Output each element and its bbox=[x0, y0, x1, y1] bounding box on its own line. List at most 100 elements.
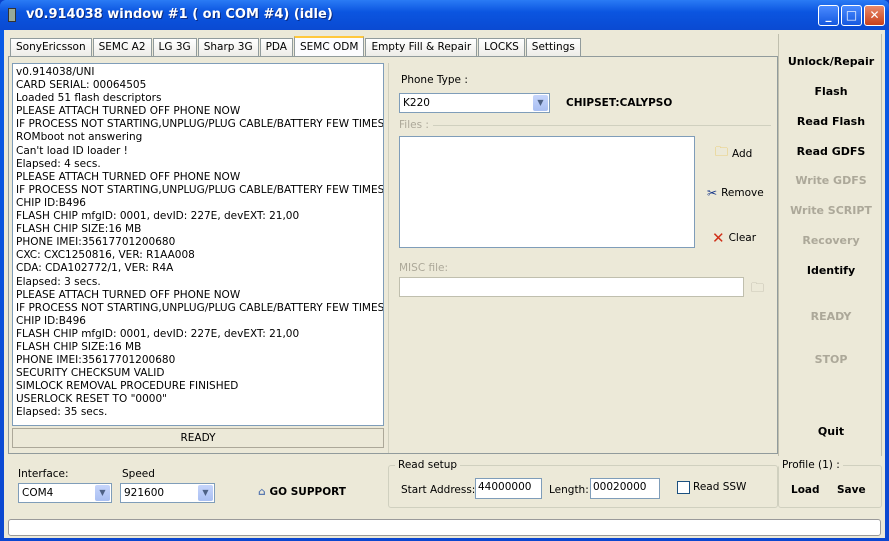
tab-empty-fill-repair[interactable]: Empty Fill & Repair bbox=[365, 38, 478, 57]
log-line: v0.914038/UNI bbox=[16, 66, 95, 78]
action-column: Unlock/Repair Flash Read Flash Read GDFS Wri… bbox=[778, 34, 882, 456]
tab-settings[interactable]: Settings bbox=[525, 38, 581, 57]
read-setup-group: Read setup Start Address: 44000000 Lengt… bbox=[388, 459, 778, 508]
read-ssw-checkbox[interactable] bbox=[677, 481, 690, 494]
clear-label: Clear bbox=[728, 232, 757, 244]
go-support-button[interactable]: ⌂ GO SUPPORT bbox=[258, 486, 346, 498]
title-bar[interactable]: v0.914038 window #1 ( on COM #4) (idle) … bbox=[0, 0, 889, 30]
add-button[interactable]: 🗀 Add bbox=[715, 143, 752, 165]
identify-button[interactable]: Identify bbox=[779, 264, 883, 277]
log-line: USERLOCK RESET TO "0000" bbox=[16, 393, 167, 406]
log-line: PHONE IMEI:35617701200680 bbox=[16, 236, 176, 249]
read-gdfs-button[interactable]: Read GDFS bbox=[779, 145, 883, 158]
tab-lg-3g[interactable]: LG 3G bbox=[152, 38, 197, 57]
length-label: Length: bbox=[549, 484, 589, 496]
log-line: IF PROCESS NOT STARTING,UNPLUG/PLUG CABL… bbox=[16, 183, 384, 196]
start-address-input[interactable]: 44000000 bbox=[475, 478, 542, 499]
tab-bar: SonyEricsson SEMC A2 LG 3G Sharp 3G PDA SEMC … bbox=[10, 36, 582, 57]
maximize-button[interactable]: □ bbox=[841, 5, 862, 26]
log-line: PLEASE ATTACH TURNED OFF PHONE NOW bbox=[16, 105, 241, 118]
remove-button[interactable]: ✂ Remove bbox=[707, 186, 764, 200]
remove-label: Remove bbox=[721, 187, 764, 199]
quit-button[interactable]: Quit bbox=[779, 425, 883, 438]
files-list[interactable] bbox=[399, 136, 695, 248]
read-flash-button[interactable]: Read Flash bbox=[779, 115, 883, 128]
write-script-button: Write SCRIPT bbox=[790, 204, 872, 217]
log-line: CDA: CDA102772/1, VER: R4A bbox=[16, 262, 174, 275]
divider bbox=[433, 125, 771, 126]
x-icon: ✕ bbox=[712, 229, 725, 247]
start-address-label: Start Address: bbox=[401, 484, 476, 496]
write-gdfs-button: Write GDFS bbox=[795, 174, 867, 187]
log-output[interactable]: v0.914038/UNI CARD SERIAL: 00064505 Loaded… bbox=[12, 63, 384, 426]
load-profile-button[interactable]: Load bbox=[791, 484, 820, 496]
chevron-down-icon[interactable]: ▼ bbox=[533, 95, 548, 111]
log-line: Elapsed: 4 secs. bbox=[16, 157, 101, 170]
home-icon: ⌂ bbox=[258, 486, 266, 498]
interface-value: COM4 bbox=[22, 487, 54, 499]
log-line: IF PROCESS NOT STARTING,UNPLUG/PLUG CABL… bbox=[16, 301, 384, 314]
unlock-repair-button[interactable]: Unlock/Repair bbox=[779, 55, 883, 68]
window-title: v0.914038 window #1 ( on COM #4) (idle) bbox=[26, 7, 333, 22]
log-line: Elapsed: 3 secs. bbox=[16, 275, 101, 288]
folder-icon: 🗀 bbox=[715, 145, 729, 160]
interface-select[interactable]: COM4 ▼ bbox=[18, 483, 112, 503]
log-status: READY bbox=[12, 428, 384, 448]
close-button[interactable]: ✕ bbox=[864, 5, 885, 26]
misc-file-label: MISC file: bbox=[399, 262, 449, 274]
log-line: PLEASE ATTACH TURNED OFF PHONE NOW bbox=[16, 288, 241, 301]
recovery-button: Recovery bbox=[802, 234, 860, 247]
log-line: PHONE IMEI:35617701200680 bbox=[16, 354, 176, 367]
log-line: CHIP ID:B496 bbox=[16, 196, 86, 209]
log-line: CHIP ID:B496 bbox=[16, 314, 86, 327]
log-line: CXC: CXC1250816, VER: R1AA008 bbox=[16, 249, 195, 262]
log-line: FLASH CHIP mfgID: 0001, devID: 227E, dev… bbox=[16, 210, 300, 223]
files-label: Files : bbox=[399, 119, 429, 131]
log-line: FLASH CHIP SIZE:16 MB bbox=[16, 223, 142, 236]
tab-locks[interactable]: LOCKS bbox=[478, 38, 525, 57]
log-line: PLEASE ATTACH TURNED OFF PHONE NOW bbox=[16, 170, 241, 183]
minimize-button[interactable]: _ bbox=[818, 5, 839, 26]
length-input[interactable]: 00020000 bbox=[590, 478, 660, 499]
log-line: Loaded 51 flash descriptors bbox=[16, 92, 162, 105]
stop-button: STOP bbox=[814, 353, 848, 366]
tab-semc-odm[interactable]: SEMC ODM bbox=[294, 36, 365, 57]
client-area: SonyEricsson SEMC A2 LG 3G Sharp 3G PDA SEMC … bbox=[4, 30, 885, 538]
tab-sonyericsson[interactable]: SonyEricsson bbox=[10, 38, 92, 57]
chevron-down-icon[interactable]: ▼ bbox=[198, 485, 213, 501]
bottom-panel: Interface: COM4 ▼ Speed 921600 ▼ ⌂ GO SUPPO… bbox=[8, 458, 883, 514]
chevron-down-icon[interactable]: ▼ bbox=[95, 485, 110, 501]
log-line: Elapsed: 35 secs. bbox=[16, 406, 108, 419]
log-line: SIMLOCK REMOVAL PROCEDURE FINISHED bbox=[16, 380, 239, 393]
speed-label: Speed bbox=[122, 468, 155, 480]
read-ssw-label: Read SSW bbox=[693, 481, 747, 493]
log-line: IF PROCESS NOT STARTING,UNPLUG/PLUG CABL… bbox=[16, 118, 384, 131]
interface-label: Interface: bbox=[18, 468, 69, 480]
misc-file-input[interactable] bbox=[399, 277, 744, 297]
phone-type-label: Phone Type : bbox=[401, 74, 468, 86]
tab-pda[interactable]: PDA bbox=[259, 38, 293, 57]
log-line: FLASH CHIP SIZE:16 MB bbox=[16, 340, 142, 353]
status-bar bbox=[8, 519, 881, 536]
phone-type-value: K220 bbox=[403, 97, 430, 109]
chipset-label: CHIPSET:CALYPSO bbox=[566, 97, 673, 109]
phone-type-select[interactable]: K220 ▼ bbox=[399, 93, 550, 113]
add-label: Add bbox=[732, 148, 753, 160]
save-profile-button[interactable]: Save bbox=[837, 484, 866, 496]
profile-label: Profile (1) : bbox=[779, 459, 843, 471]
app-window: v0.914038 window #1 ( on COM #4) (idle) … bbox=[0, 0, 889, 541]
log-line: Can't load ID loader ! bbox=[16, 144, 128, 157]
log-line: ROMboot not answering bbox=[16, 131, 143, 144]
speed-select[interactable]: 921600 ▼ bbox=[120, 483, 215, 503]
log-line: FLASH CHIP mfgID: 0001, devID: 227E, dev… bbox=[16, 327, 300, 340]
go-support-label: GO SUPPORT bbox=[269, 486, 346, 498]
tab-semc-a2[interactable]: SEMC A2 bbox=[92, 38, 152, 57]
browse-folder-icon[interactable]: 🗀 bbox=[751, 279, 764, 301]
profile-group: Profile (1) : Load Save bbox=[778, 459, 882, 508]
tab-sharp-3g[interactable]: Sharp 3G bbox=[197, 38, 259, 57]
phone-icon bbox=[8, 8, 16, 22]
flash-button[interactable]: Flash bbox=[779, 85, 883, 98]
clear-button[interactable]: ✕ Clear bbox=[712, 229, 756, 247]
log-line: SECURITY CHECKSUM VALID bbox=[16, 367, 165, 380]
log-line: CARD SERIAL: 00064505 bbox=[16, 79, 147, 92]
